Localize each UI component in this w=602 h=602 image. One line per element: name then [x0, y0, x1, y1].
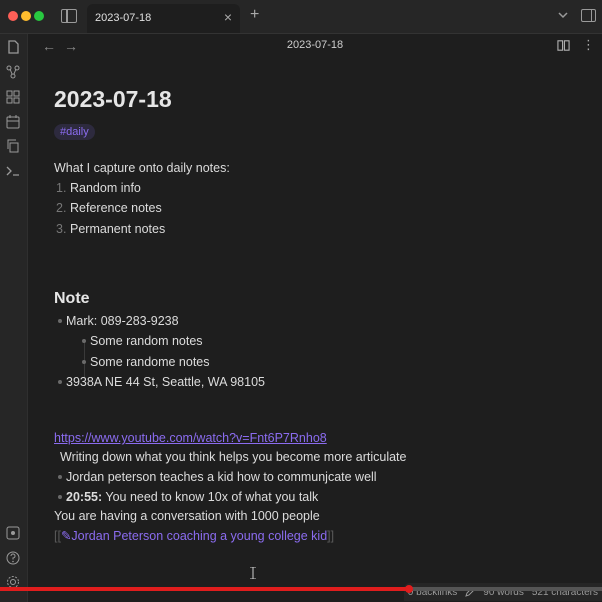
minimize-window-button[interactable]	[21, 11, 31, 21]
help-icon[interactable]	[5, 525, 21, 541]
bullet-dot	[58, 475, 62, 479]
youtube-link[interactable]: https://www.youtube.com/watch?v=Fnt6P7Rn…	[54, 431, 327, 445]
timestamp-text: You need to know 10x of what you talk	[102, 490, 319, 504]
ribbon	[0, 34, 28, 602]
internal-link-text: ✎Jordan Peterson coaching a young colleg…	[60, 529, 328, 543]
bullet-mark[interactable]: Mark: 089-283-9238	[66, 314, 179, 328]
note-title[interactable]: 2023-07-18	[54, 86, 172, 113]
text-cursor-icon	[250, 567, 256, 579]
title-bar: 2023-07-18 × +	[0, 0, 602, 34]
link-close-brackets: ]]	[327, 529, 335, 543]
indent-guide	[84, 339, 85, 377]
bullet-dot	[58, 495, 62, 499]
bullet-dot	[82, 360, 86, 364]
tab-2023-07-18[interactable]: 2023-07-18 ×	[87, 4, 240, 33]
internal-link[interactable]: [[✎Jordan Peterson coaching a young coll…	[54, 528, 334, 543]
copy-icon[interactable]	[5, 138, 21, 154]
view-header-title[interactable]: 2023-07-18	[28, 39, 602, 51]
video-progress-bar[interactable]	[0, 585, 602, 593]
list-item[interactable]: 3. Permanent notes	[56, 222, 165, 236]
calendar-icon[interactable]	[5, 114, 21, 130]
close-window-button[interactable]	[8, 11, 18, 21]
bullet-sub-2[interactable]: Some randome notes	[90, 355, 210, 369]
status-bar: 0 backlinks 90 words 521 characters	[403, 583, 602, 601]
close-icon[interactable]: ×	[224, 9, 232, 25]
list-item[interactable]: 2. Reference notes	[56, 201, 162, 215]
progress-fill	[0, 587, 410, 591]
list-number: 1.	[56, 181, 67, 195]
bullet-jordan[interactable]: Jordan peterson teaches a kid how to com…	[66, 470, 377, 484]
list-item[interactable]: 1. Random info	[56, 181, 141, 195]
bullet-sub-1[interactable]: Some random notes	[90, 334, 203, 348]
question-icon[interactable]	[5, 550, 21, 566]
more-options-icon[interactable]: ⋮	[582, 37, 595, 53]
list-item-text: Random info	[70, 181, 141, 195]
right-sidebar-toggle-icon[interactable]	[581, 9, 596, 22]
timestamp-label: 20:55:	[66, 490, 103, 504]
bullet-address[interactable]: 3938A NE 44 St, Seattle, WA 98105	[66, 375, 265, 389]
writing-text[interactable]: Writing down what you think helps you be…	[60, 450, 406, 464]
list-item-text: Permanent notes	[70, 222, 166, 236]
list-item-text: Reference notes	[70, 201, 162, 215]
link-open-brackets: [[	[54, 529, 61, 543]
list-number: 2.	[56, 201, 67, 215]
conversation-text[interactable]: You are having a conversation with 1000 …	[54, 509, 320, 523]
bullet-dot	[58, 319, 62, 323]
list-number: 3.	[56, 222, 67, 236]
files-icon[interactable]	[5, 39, 21, 55]
canvas-icon[interactable]	[5, 89, 21, 105]
zoom-window-button[interactable]	[34, 11, 44, 21]
graph-icon[interactable]	[5, 64, 21, 80]
terminal-icon[interactable]	[5, 163, 21, 179]
heading-note[interactable]: Note	[54, 290, 90, 308]
tab-title: 2023-07-18	[95, 12, 152, 24]
bullet-timestamp[interactable]: 20:55: You need to know 10x of what you …	[66, 490, 318, 504]
editor-pane: ← → 2023-07-18 ⋮ 2023-07-18 #daily What …	[28, 34, 602, 602]
bullet-dot	[82, 339, 86, 343]
book-open-icon[interactable]	[557, 39, 570, 52]
sidebar-toggle-icon[interactable]	[61, 9, 77, 23]
tag-daily[interactable]: #daily	[54, 124, 95, 140]
intro-text[interactable]: What I capture onto daily notes:	[54, 161, 230, 175]
bullet-dot	[58, 380, 62, 384]
new-tab-icon[interactable]: +	[250, 6, 259, 24]
chevron-down-icon[interactable]	[556, 8, 570, 22]
